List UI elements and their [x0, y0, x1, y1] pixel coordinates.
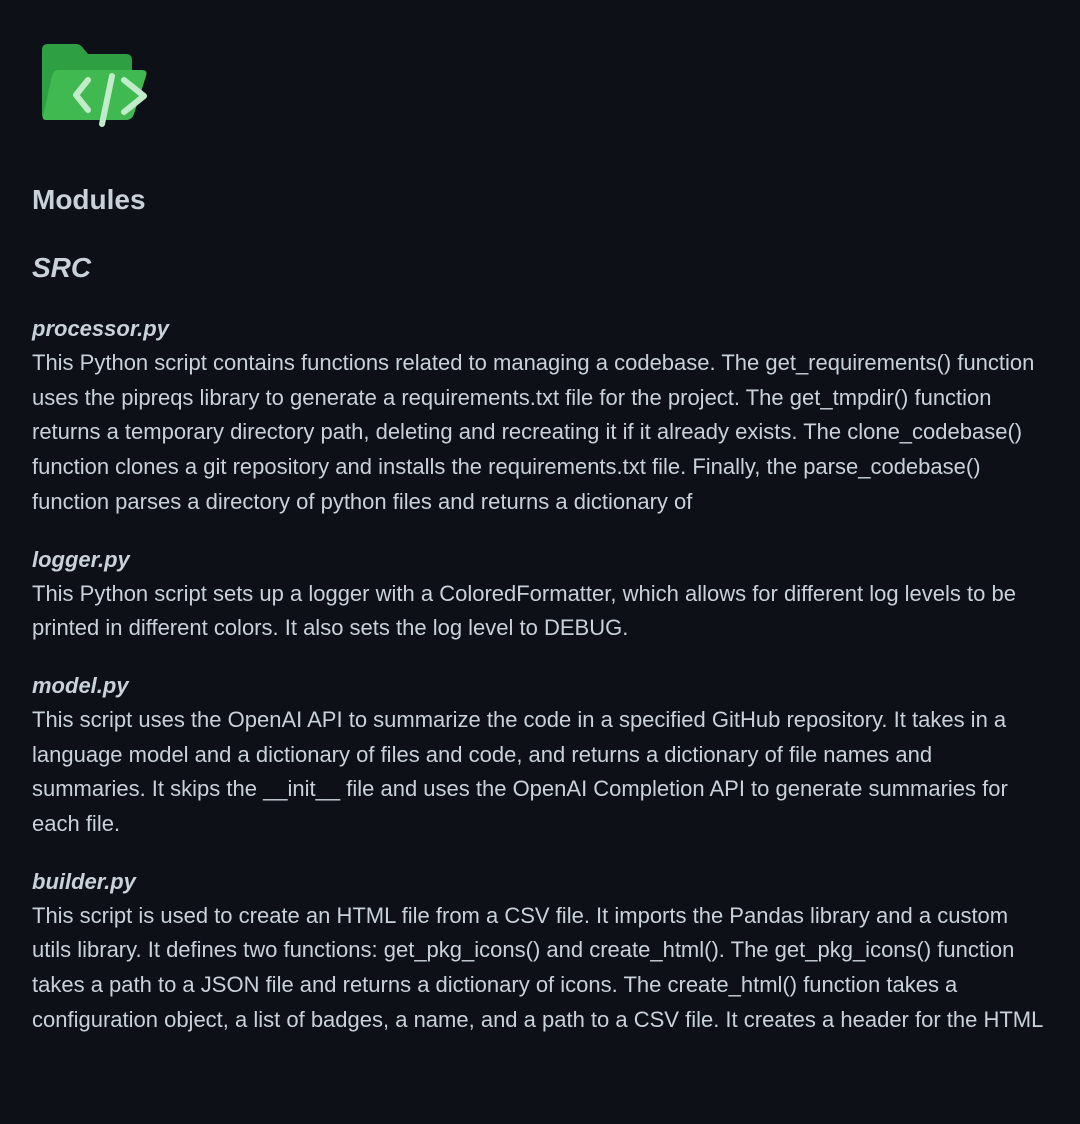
module-list: processor.py This Python script contains… [32, 312, 1048, 1061]
module-description: This Python script contains functions re… [32, 350, 1035, 514]
module-name: logger.py [32, 546, 130, 572]
section-title: Modules [32, 184, 146, 215]
module-name: model.py [32, 672, 129, 698]
module-description: This script is used to create an HTML fi… [32, 902, 1044, 1032]
module-name: processor.py [32, 316, 169, 341]
module-item: model.py This script uses the OpenAI API… [32, 669, 1048, 842]
module-description: This Python script sets up a logger with… [32, 580, 1016, 641]
readme-page: Modules SRC processor.py This Python scr… [0, 0, 1080, 1124]
module-item: logger.py This Python script sets up a l… [32, 543, 1048, 646]
module-name: builder.py [32, 868, 136, 894]
group-title: SRC [32, 252, 92, 283]
module-description: This script uses the OpenAI API to summa… [32, 706, 1008, 837]
module-item: processor.py This Python script contains… [32, 312, 1048, 520]
module-item: builder.py This script is used to create… [32, 865, 1048, 1038]
folder-code-icon [38, 40, 150, 132]
